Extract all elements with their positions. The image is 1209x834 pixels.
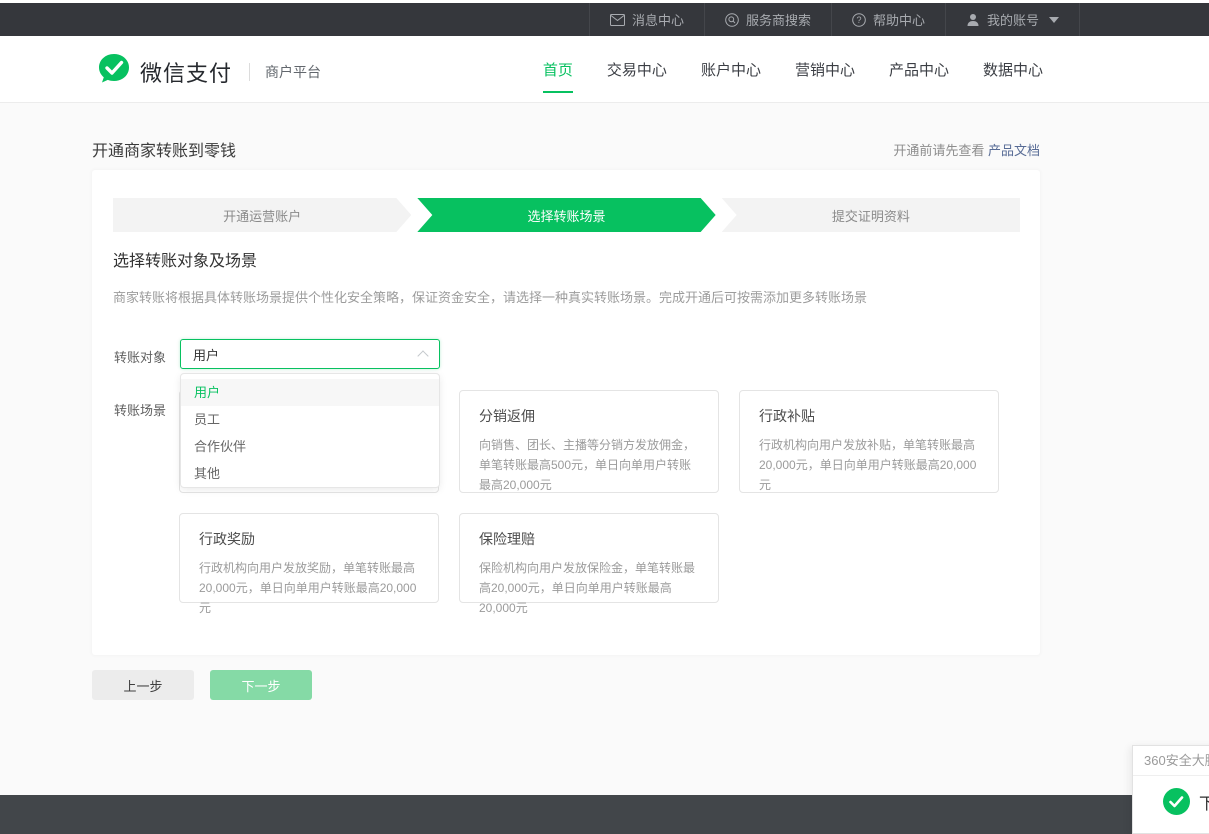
nav-item-home[interactable]: 首页 [543, 59, 573, 80]
nav-item-trade-center[interactable]: 交易中心 [607, 59, 667, 80]
transfer-target-label: 转账对象 [114, 347, 166, 366]
product-doc-link[interactable]: 产品文档 [988, 143, 1040, 158]
nav-item-account-center[interactable]: 账户中心 [701, 59, 761, 80]
topbar-item-label: 我的账号 [987, 10, 1039, 29]
scene-card-description: 行政机构向用户发放奖励，单笔转账最高20,000元，单日向单用户转账最高20,0… [199, 558, 419, 618]
brand[interactable]: 微信支付 商户平台 [97, 52, 321, 91]
nav-item-product-center[interactable]: 产品中心 [889, 59, 949, 80]
page-title: 开通商家转账到零钱 [92, 137, 236, 161]
topbar-item-service-search[interactable]: 服务商搜索 [704, 3, 831, 36]
step-open-account: 开通运营账户 [113, 198, 411, 232]
topbar-item-label: 消息中心 [632, 10, 684, 29]
step-submit-proof: 提交证明资料 [722, 198, 1020, 232]
brand-subtitle: 商户平台 [265, 62, 321, 82]
section-title: 选择转账对象及场景 [113, 247, 257, 271]
chevron-up-icon [417, 350, 428, 361]
topbar-item-help[interactable]: ? 帮助中心 [831, 3, 945, 36]
nav-item-data-center[interactable]: 数据中心 [983, 59, 1043, 80]
section-description: 商家转账将根据具体转账场景提供个性化安全策略，保证资金安全，请选择一种真实转账场… [113, 287, 867, 306]
scene-card-title: 行政补贴 [759, 406, 979, 426]
option-other[interactable]: 其他 [181, 460, 439, 487]
main-nav: 首页 交易中心 账户中心 营销中心 产品中心 数据中心 [543, 36, 1043, 102]
scene-card-admin-reward[interactable]: 行政奖励 行政机构向用户发放奖励，单笔转账最高20,000元，单日向单用户转账最… [179, 513, 439, 603]
utility-topbar: 消息中心 服务商搜索 ? 帮助中心 我的账号 [0, 3, 1209, 36]
topbar-item-messages[interactable]: 消息中心 [589, 3, 704, 36]
check-icon [1163, 788, 1190, 815]
transfer-target-select[interactable]: 用户 [180, 339, 440, 369]
brand-divider [249, 63, 250, 81]
step-indicator: 开通运营账户 选择转账场景 提交证明资料 [113, 198, 1020, 232]
next-step-button[interactable]: 下一步 [210, 670, 312, 700]
select-value: 用户 [193, 345, 419, 364]
security-popup-title: 360安全大脑 [1133, 746, 1209, 776]
topbar-item-label: 服务商搜索 [746, 10, 811, 29]
brand-name: 微信支付 [140, 56, 232, 88]
search-icon [725, 13, 739, 27]
doc-hint: 开通前请先查看 产品文档 [893, 140, 1040, 159]
scene-card-description: 向销售、团长、主播等分销方发放佣金，单笔转账最高500元，单日向单用户转账最高2… [479, 435, 699, 495]
step-choose-scene: 选择转账场景 [417, 198, 715, 232]
mail-icon [610, 14, 625, 26]
option-employee[interactable]: 员工 [181, 406, 439, 433]
scene-card-title: 分销返佣 [479, 406, 699, 426]
security-popup-body: 下 [1163, 788, 1209, 815]
page-footer [0, 795, 1209, 834]
doc-hint-text: 开通前请先查看 [893, 143, 988, 158]
scene-card-title: 保险理赔 [479, 529, 699, 549]
nav-item-marketing-center[interactable]: 营销中心 [795, 59, 855, 80]
transfer-target-dropdown: 用户 员工 合作伙伴 其他 [180, 373, 440, 488]
scene-card-admin-subsidy[interactable]: 行政补贴 行政机构向用户发放补贴，单笔转账最高20,000元，单日向单用户转账最… [739, 390, 999, 493]
site-header: 微信支付 商户平台 首页 交易中心 账户中心 营销中心 产品中心 数据中心 [0, 36, 1209, 103]
prev-step-button[interactable]: 上一步 [92, 670, 194, 700]
security-popup-message: 下 [1199, 790, 1209, 814]
help-icon: ? [852, 13, 866, 27]
user-icon [966, 13, 980, 27]
main-panel: 开通运营账户 选择转账场景 提交证明资料 选择转账对象及场景 商家转账将根据具体… [92, 170, 1040, 655]
scene-card-distribution-commission[interactable]: 分销返佣 向销售、团长、主播等分销方发放佣金，单笔转账最高500元，单日向单用户… [459, 390, 719, 493]
topbar-item-account[interactable]: 我的账号 [945, 3, 1080, 36]
option-user[interactable]: 用户 [181, 379, 439, 406]
wechat-pay-logo-icon [97, 52, 131, 91]
scene-card-title: 行政奖励 [199, 529, 419, 549]
transfer-scene-label: 转账场景 [114, 400, 166, 419]
chevron-down-icon [1049, 17, 1059, 23]
topbar-item-label: 帮助中心 [873, 10, 925, 29]
scene-card-description: 行政机构向用户发放补贴，单笔转账最高20,000元，单日向单用户转账最高20,0… [759, 435, 979, 495]
option-partner[interactable]: 合作伙伴 [181, 433, 439, 460]
scene-card-insurance-claim[interactable]: 保险理赔 保险机构向用户发放保险金，单笔转账最高20,000元，单日向单用户转账… [459, 513, 719, 603]
security-popup[interactable]: 360安全大脑 下 [1132, 745, 1209, 834]
svg-text:?: ? [856, 15, 861, 25]
scene-card-description: 保险机构向用户发放保险金，单笔转账最高20,000元，单日向单用户转账最高20,… [479, 558, 699, 618]
